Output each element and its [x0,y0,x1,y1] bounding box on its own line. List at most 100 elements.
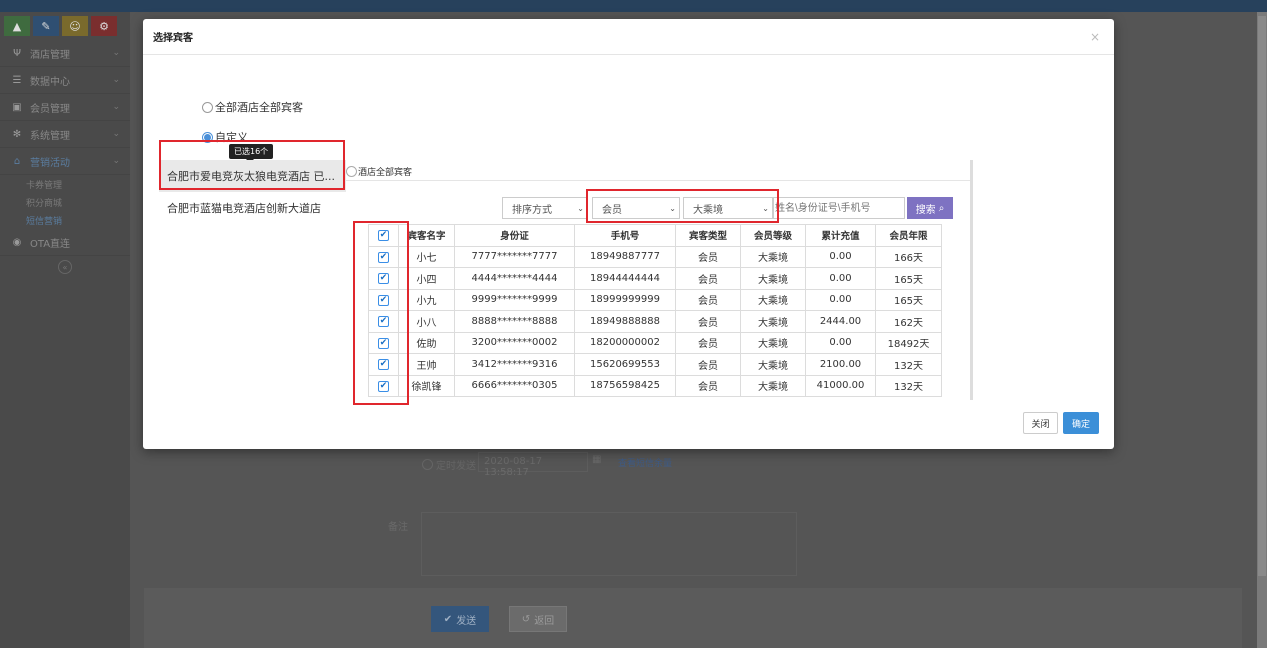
col-name: 宾客名字 [398,224,455,247]
table-row[interactable]: ✔ 王帅 3412*******9316 15620699553 会员 大乘境 … [368,353,942,376]
cell: 18756598425 [574,374,676,397]
hotel-item[interactable]: 合肥市爱电竞灰太狼电竞酒店 已... [159,160,346,192]
cogs-icon[interactable]: ⚙ [91,16,117,36]
cell: 2100.00 [805,353,876,376]
sidebar-item-marketing[interactable]: ⌂ 营销活动 ⌄ [0,148,130,175]
hotel-item[interactable]: 合肥市蓝猫电竞酒店创新大道店 [159,192,346,224]
pencil-icon[interactable]: ✎ [33,16,59,36]
cell: 162天 [875,310,942,333]
cell: 18999999999 [574,288,676,311]
page-scrollbar[interactable] [1257,12,1267,648]
sidebar-item-ota[interactable]: ◉ OTA直连 [0,229,130,256]
table-row[interactable]: ✔ 小八 8888*******8888 18949888888 会员 大乘境 … [368,310,942,333]
send-button[interactable]: ✔ 发送 [431,606,489,632]
gear-icon: ✻ [12,128,22,140]
cell: 0.00 [805,288,876,311]
id-card-icon: ▣ [12,101,22,113]
confirm-button[interactable]: 确定 [1063,412,1099,434]
col-guest-type: 宾客类型 [675,224,741,247]
table-row[interactable]: ✔ 徐凯锋 6666*******0305 18756598425 会员 大乘境… [368,374,942,397]
checkbox-checked-icon[interactable]: ✔ [378,230,389,242]
cell: 会员 [675,288,741,311]
scrollbar-thumb[interactable] [1258,16,1266,576]
row-checkbox-cell[interactable]: ✔ [368,267,399,290]
cell: 4444*******4444 [454,267,575,290]
select-all-cell[interactable]: ✔ [368,224,399,247]
checkbox-checked-icon[interactable]: ✔ [378,294,389,306]
datetime-input[interactable]: 2020-08-17 13:58:17 [478,452,588,478]
all-guests-checkbox[interactable]: 酒店全部宾客 [346,165,412,178]
radio-icon [202,101,213,113]
sidebar-subitem-sms[interactable]: 短信营销 [0,211,130,229]
cell: 9999*******9999 [454,288,575,311]
close-button[interactable]: 关闭 [1023,412,1058,434]
chevron-down-icon: ⌄ [112,129,120,139]
selected-count-tooltip: 已选16个 [229,144,274,163]
member-level-select[interactable]: 大乘境 ⌄ [683,197,773,219]
checkbox-checked-icon[interactable]: ✔ [378,251,389,263]
custom-label: 自定义 [215,131,248,144]
collapse-sidebar-icon[interactable]: « [58,260,72,274]
table-row[interactable]: ✔ 小四 4444*******4444 18944444444 会员 大乘境 … [368,267,942,290]
cell: 18492天 [875,331,942,354]
row-checkbox-cell[interactable]: ✔ [368,310,399,333]
table-row[interactable]: ✔ 佐助 3200*******0002 18200000002 会员 大乘境 … [368,331,942,354]
cell: 王帅 [398,353,455,376]
search-button[interactable]: 搜索 ⌕ [907,197,953,219]
note-textarea[interactable] [421,512,797,576]
back-button[interactable]: ↺ 返回 [509,606,567,632]
row-checkbox-cell[interactable]: ✔ [368,331,399,354]
col-total-recharge: 累计充值 [805,224,876,247]
table-row[interactable]: ✔ 小七 7777*******7777 18949887777 会员 大乘境 … [368,245,942,268]
sidebar-subitem-points[interactable]: 积分商城 [0,193,130,211]
timed-send-radio[interactable]: 定时发送 [422,457,476,472]
cell: 15620699553 [574,353,676,376]
guest-type-select[interactable]: 会员 ⌄ [592,197,680,219]
cell: 小八 [398,310,455,333]
fork-icon: Ψ [13,47,21,59]
checkbox-checked-icon[interactable]: ✔ [378,359,389,371]
row-checkbox-cell[interactable]: ✔ [368,353,399,376]
row-checkbox-cell[interactable]: ✔ [368,245,399,268]
sidebar-item-system[interactable]: ✻ 系统管理 ⌄ [0,121,130,148]
sidebar-item-label: 营销活动 [30,157,70,169]
row-checkbox-cell[interactable]: ✔ [368,288,399,311]
form-footer [144,588,1242,648]
guest-type-label: 会员 [602,204,622,216]
check-sms-balance-link[interactable]: 查看短信余量 [618,456,672,469]
cell: 18200000002 [574,331,676,354]
back-label: 返回 [534,615,555,627]
checkbox-checked-icon[interactable]: ✔ [378,316,389,328]
checkbox-checked-icon[interactable]: ✔ [378,380,389,392]
calendar-icon[interactable]: ▦ [592,454,601,465]
sort-select[interactable]: 排序方式 ⌄ [502,197,588,219]
cell: 166天 [875,245,942,268]
search-icon: ⌕ [938,202,945,214]
col-phone: 手机号 [574,224,676,247]
checkbox-checked-icon[interactable]: ✔ [378,273,389,285]
cell: 132天 [875,374,942,397]
close-icon[interactable]: × [1090,30,1100,44]
sidebar-item-member[interactable]: ▣ 会员管理 ⌄ [0,94,130,121]
all-hotels-radio[interactable]: 全部酒店全部宾客 [202,99,303,115]
gift-icon: ⌂ [13,155,21,167]
cell: 小九 [398,288,455,311]
checkbox-checked-icon[interactable]: ✔ [378,337,389,349]
radio-checked-icon [202,131,213,143]
table-row[interactable]: ✔ 小九 9999*******9999 18999999999 会员 大乘境 … [368,288,942,311]
users-icon[interactable]: ☺ [62,16,88,36]
sidebar-item-data[interactable]: ☰ 数据中心 ⌄ [0,67,130,94]
cell: 大乘境 [740,331,806,354]
custom-radio[interactable]: 自定义 [202,129,248,145]
cell: 大乘境 [740,288,806,311]
search-input[interactable] [773,197,905,219]
sidebar-subitem-coupon[interactable]: 卡券管理 [0,175,130,193]
cell: 165天 [875,288,942,311]
sidebar: ▲ ✎ ☺ ⚙ Ψ 酒店管理 ⌄ ☰ 数据中心 ⌄ ▣ 会员管理 ⌄ ✻ 系统管理 ⌄ ⌂ 营销活… [0,12,130,648]
chart-icon[interactable]: ▲ [4,16,30,36]
row-checkbox-cell[interactable]: ✔ [368,374,399,397]
undo-icon: ↺ [521,613,531,625]
sidebar-item-hotel[interactable]: Ψ 酒店管理 ⌄ [0,40,130,67]
cell: 大乘境 [740,353,806,376]
sidebar-item-label: OTA直连 [30,238,71,250]
